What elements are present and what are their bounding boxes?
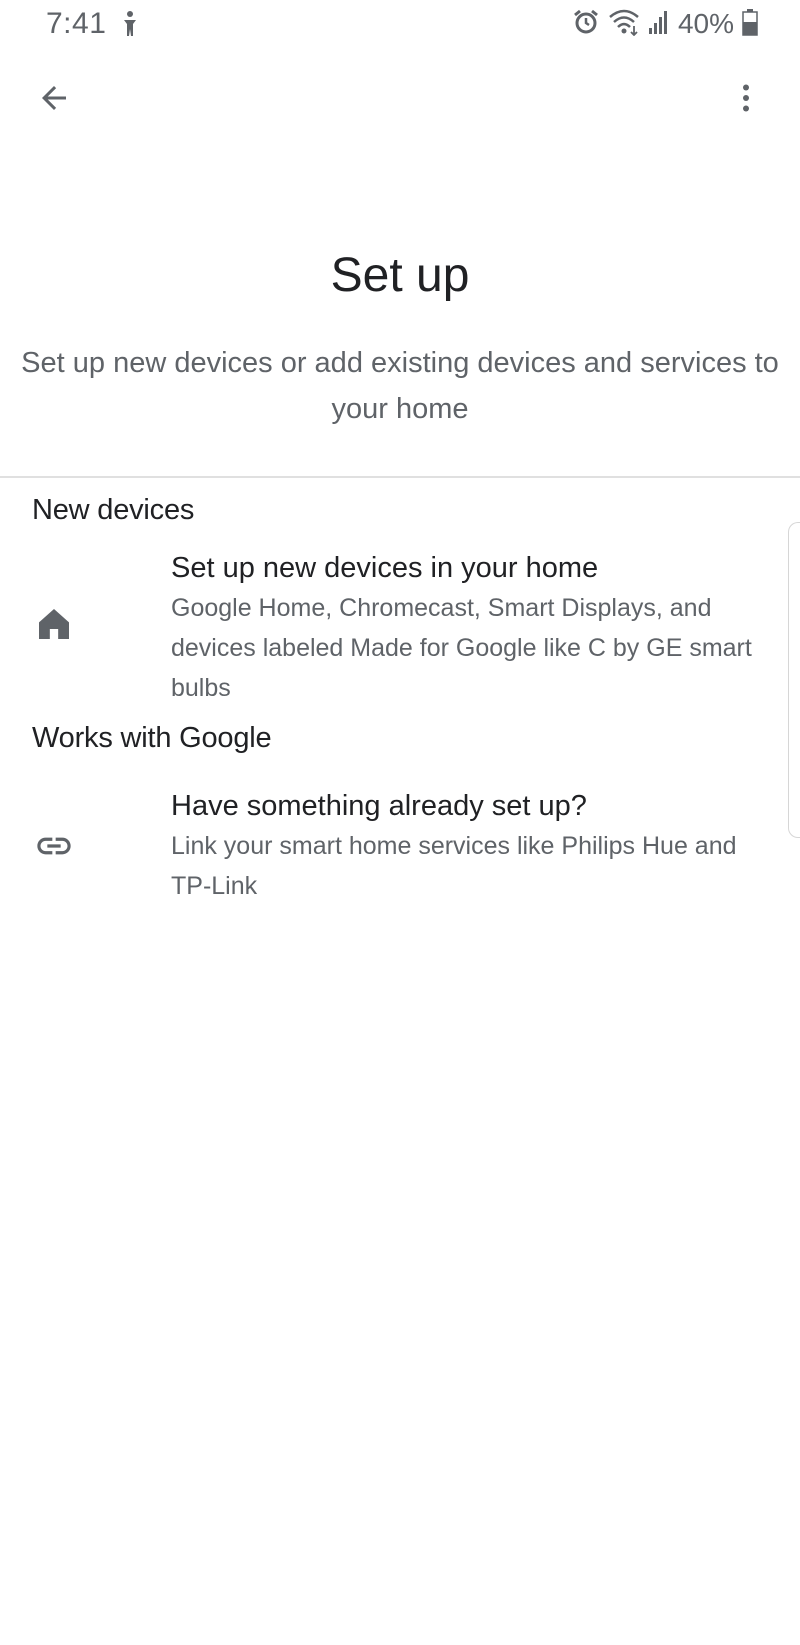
accessibility-icon: [118, 10, 142, 38]
status-time: 7:41: [46, 7, 107, 40]
wifi-icon: [608, 8, 640, 41]
list-item-set-up-new-devices[interactable]: Set up new devices in your home Google H…: [0, 548, 770, 708]
list-item-title: Set up new devices in your home: [171, 552, 599, 584]
home-icon: [34, 604, 74, 644]
battery-icon: [742, 8, 758, 41]
list-item-link-services[interactable]: Have something already set up? Link your…: [0, 786, 770, 906]
status-icons: 40%: [572, 6, 758, 42]
alarm-icon: [572, 8, 600, 41]
list-item-description: Google Home, Chromecast, Smart Displays,…: [171, 594, 752, 702]
battery-percentage: 40%: [677, 8, 734, 39]
page-title: Set up: [330, 249, 470, 302]
status-bar: 7:41 40%: [0, 0, 800, 50]
link-icon: [34, 826, 74, 866]
more-options-button[interactable]: [722, 76, 770, 124]
setup-screen: 7:41 40% Set up Set up new devices or ad…: [0, 0, 800, 1645]
list-item-text: Set up new devices in your home Google H…: [171, 548, 770, 708]
more-vert-icon: [728, 80, 764, 121]
section-header-works-with-google: Works with Google: [32, 722, 272, 754]
arrow-left-icon: [36, 80, 72, 121]
signal-icon: [648, 10, 670, 39]
list-item-description: Link your smart home services like Phili…: [171, 832, 737, 900]
back-button[interactable]: [30, 76, 78, 124]
scroll-edge-indicator: [788, 522, 800, 838]
page-subtitle: Set up new devices or add existing devic…: [21, 347, 779, 425]
section-header-new-devices: New devices: [32, 494, 195, 526]
divider: [0, 476, 800, 478]
list-item-title: Have something already set up?: [171, 790, 587, 822]
list-item-text: Have something already set up? Link your…: [171, 786, 770, 906]
